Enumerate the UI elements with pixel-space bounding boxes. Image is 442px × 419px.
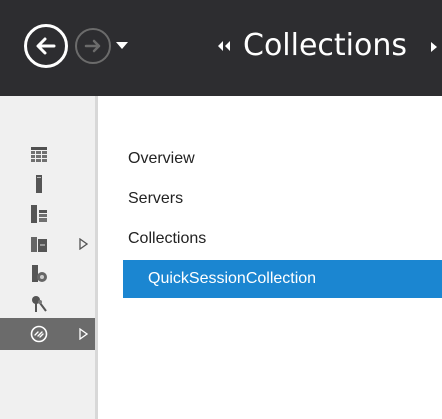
double-chevron-left-icon (218, 41, 230, 51)
nav-item-collections[interactable]: Collections (98, 220, 442, 258)
rail-item-all-servers[interactable] (0, 199, 95, 229)
nav-item-overview[interactable]: Overview (98, 140, 442, 178)
all-servers-icon (31, 205, 47, 223)
arrow-left-icon (36, 37, 56, 55)
rail-item-dashboard[interactable] (0, 139, 95, 169)
caret-down-icon (116, 42, 128, 49)
back-button[interactable] (24, 24, 68, 68)
local-server-icon (36, 175, 42, 193)
breadcrumb-collections[interactable]: Collections (243, 28, 407, 64)
nav-item-servers[interactable]: Servers (98, 180, 442, 218)
dashboard-grid-icon (31, 147, 47, 162)
expand-arrow-icon[interactable] (78, 328, 88, 340)
server-manager-window: Collections Overview Servers Collections… (0, 0, 442, 419)
remote-desktop-services-icon (30, 325, 48, 343)
remote-access-icon (32, 296, 47, 312)
rail-item-iis[interactable] (0, 259, 95, 289)
server-role-rail (0, 96, 95, 419)
navigation-header: Collections (0, 0, 442, 96)
rail-item-local-server[interactable] (0, 169, 95, 199)
chevron-right-icon (431, 42, 437, 52)
file-storage-icon (31, 237, 47, 252)
history-dropdown-button[interactable] (113, 34, 131, 58)
iis-icon (32, 265, 47, 282)
rail-item-remote-desktop-services[interactable] (0, 318, 95, 350)
forward-button[interactable] (75, 28, 111, 64)
nav-item-quicksessioncollection[interactable]: QuickSessionCollection (123, 260, 442, 298)
expand-arrow-icon[interactable] (78, 238, 88, 250)
arrow-right-icon (84, 39, 101, 53)
rail-item-remote-access[interactable] (0, 289, 95, 319)
rds-navigation-list: Overview Servers Collections QuickSessio… (98, 96, 442, 419)
rail-item-file-storage[interactable] (0, 229, 95, 259)
breadcrumb-next-chevron[interactable] (430, 38, 442, 56)
breadcrumb-back-chevron[interactable] (213, 34, 235, 58)
